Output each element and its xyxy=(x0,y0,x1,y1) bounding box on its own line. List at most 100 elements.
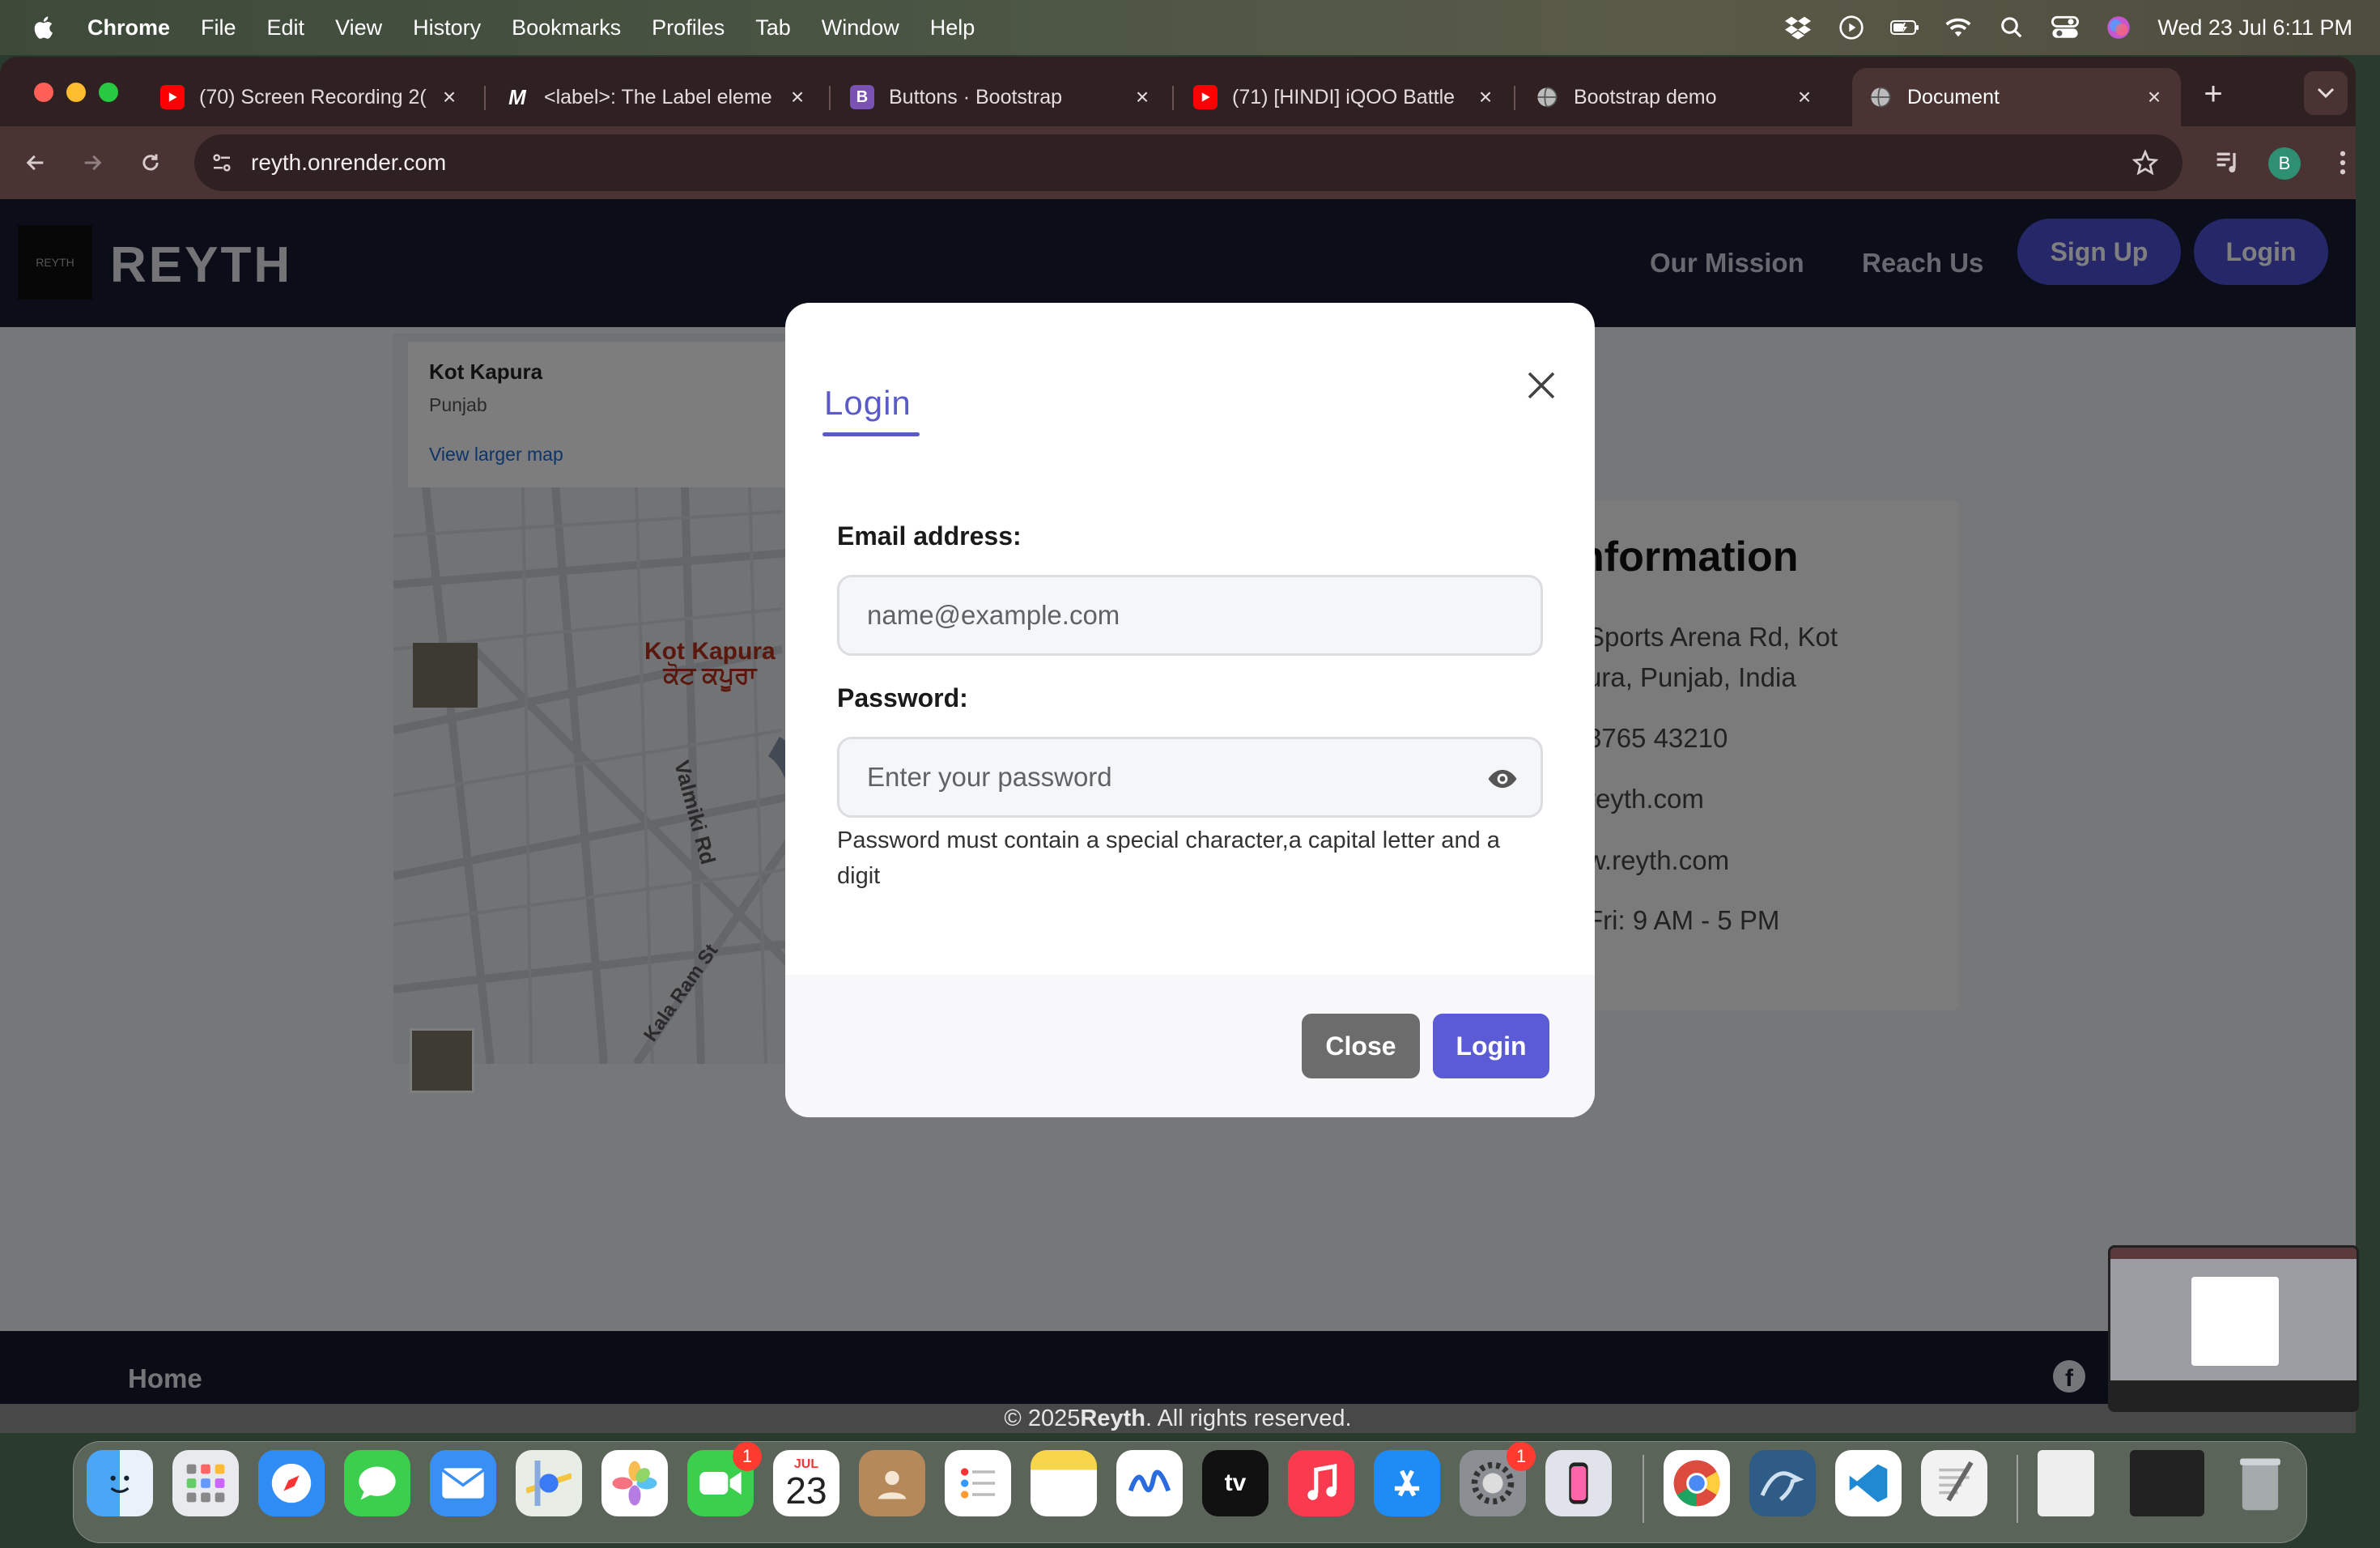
maps-icon[interactable] xyxy=(516,1450,582,1516)
launchpad-icon[interactable] xyxy=(172,1450,239,1516)
spotlight-search-icon[interactable] xyxy=(1997,15,2026,40)
url-text[interactable]: reyth.onrender.com xyxy=(251,150,446,176)
menu-window[interactable]: Window xyxy=(822,15,899,40)
globe-icon xyxy=(1535,85,1559,109)
battery-charging-icon[interactable] xyxy=(1890,15,1919,40)
siri-icon[interactable] xyxy=(2104,15,2133,40)
menu-bookmarks[interactable]: Bookmarks xyxy=(512,15,621,40)
tab-close-icon[interactable]: × xyxy=(1794,84,1815,110)
profile-avatar[interactable]: B xyxy=(2268,147,2301,180)
chrome-window: (70) Screen Recording 2( × M <label>: Th… xyxy=(0,57,2356,1433)
menu-tab[interactable]: Tab xyxy=(755,15,791,40)
tab-bootstrap-buttons[interactable]: B Buttons · Bootstrap × xyxy=(834,68,1169,126)
freeform-icon[interactable] xyxy=(1116,1450,1183,1516)
apple-tv-icon[interactable]: tv xyxy=(1202,1450,1269,1516)
thumb-dock xyxy=(2110,1380,2357,1410)
tab-document-active[interactable]: Document × xyxy=(1852,68,2181,126)
contacts-icon[interactable] xyxy=(859,1450,925,1516)
modal-login-button[interactable]: Login xyxy=(1433,1014,1549,1078)
forward-icon[interactable] xyxy=(74,145,110,181)
finder-icon[interactable] xyxy=(87,1450,153,1516)
screen-recording-thumbnail[interactable] xyxy=(2108,1245,2359,1412)
tab-title: <label>: The Label eleme xyxy=(544,85,772,108)
password-hint: Password must contain a special characte… xyxy=(837,827,1500,889)
window-minimize-icon[interactable] xyxy=(66,83,86,102)
bootstrap-icon: B xyxy=(850,85,874,109)
menubar-clock[interactable]: Wed 23 Jul 6:11 PM xyxy=(2157,15,2352,40)
safari-icon[interactable] xyxy=(258,1450,325,1516)
menu-profiles[interactable]: Profiles xyxy=(652,15,725,40)
wifi-icon[interactable] xyxy=(1944,15,1973,40)
bookmark-star-icon[interactable] xyxy=(2127,145,2163,181)
password-label: Password: xyxy=(837,683,968,712)
back-icon[interactable] xyxy=(18,145,53,181)
chrome-icon[interactable] xyxy=(1664,1450,1730,1516)
calendar-icon[interactable]: JUL 23 xyxy=(773,1450,839,1516)
dropbox-icon[interactable] xyxy=(1783,15,1813,40)
reload-icon[interactable] xyxy=(133,145,168,181)
mysql-workbench-icon[interactable] xyxy=(1749,1450,1816,1516)
email-placeholder: name@example.com xyxy=(867,600,1120,630)
media-control-icon[interactable] xyxy=(2210,145,2246,181)
tab-title: Document xyxy=(1907,85,2000,108)
tab-close-icon[interactable]: × xyxy=(1475,84,1496,110)
page-copyright-bar: © 2025 Reyth. All rights reserved. xyxy=(0,1404,2356,1433)
menu-edit[interactable]: Edit xyxy=(267,15,305,40)
tab-close-icon[interactable]: × xyxy=(787,84,808,110)
tab-iqoo-video[interactable]: (71) [HINDI] iQOO Battle × xyxy=(1177,68,1512,126)
modal-close-button[interactable]: Close xyxy=(1302,1014,1420,1078)
music-icon[interactable] xyxy=(1288,1450,1354,1516)
more-menu-icon[interactable] xyxy=(2325,145,2356,181)
menu-view[interactable]: View xyxy=(335,15,382,40)
thumb-tabbar xyxy=(2110,1248,2357,1259)
tab-screen-recording[interactable]: (70) Screen Recording 2( × xyxy=(144,68,476,126)
email-label: Email address: xyxy=(837,521,1022,551)
vscode-icon[interactable] xyxy=(1835,1450,1902,1516)
thumb-modal xyxy=(2191,1277,2279,1366)
notes-icon[interactable] xyxy=(1031,1450,1097,1516)
tab-search-icon[interactable] xyxy=(2304,71,2348,115)
tab-close-icon[interactable]: × xyxy=(439,84,460,110)
messages-icon[interactable] xyxy=(344,1450,410,1516)
show-password-eye-icon[interactable] xyxy=(1487,763,1518,801)
password-input[interactable]: Enter your password xyxy=(837,737,1543,818)
macos-dock: 1 JUL 23 tv 1 xyxy=(73,1441,2307,1543)
new-tab-icon[interactable]: + xyxy=(2195,76,2231,112)
dock-divider xyxy=(2017,1455,2018,1523)
email-input[interactable]: name@example.com xyxy=(837,575,1543,656)
tab-label-element[interactable]: M <label>: The Label eleme × xyxy=(489,68,824,126)
web-page: REYTH REYTH Our Mission Reach Us Sign Up… xyxy=(0,199,2356,1433)
menu-file[interactable]: File xyxy=(201,15,236,40)
mail-icon[interactable] xyxy=(430,1450,496,1516)
txt-document-icon[interactable] xyxy=(2038,1450,2094,1516)
dock-divider xyxy=(1643,1455,1644,1523)
menu-history[interactable]: History xyxy=(413,15,481,40)
play-circle-icon[interactable] xyxy=(1837,15,1866,40)
trash-icon[interactable] xyxy=(2227,1450,2293,1516)
password-placeholder: Enter your password xyxy=(867,762,1112,792)
window-close-icon[interactable] xyxy=(34,83,53,102)
window-zoom-icon[interactable] xyxy=(99,83,118,102)
modal-title-underline xyxy=(822,432,920,436)
tab-close-icon[interactable]: × xyxy=(1132,84,1153,110)
apple-icon[interactable] xyxy=(31,14,58,41)
youtube-icon xyxy=(1193,85,1218,109)
copyright-suffix: . All rights reserved. xyxy=(1145,1405,1352,1431)
menu-help[interactable]: Help xyxy=(930,15,975,40)
site-info-icon[interactable] xyxy=(204,145,240,181)
iphone-mirroring-icon[interactable] xyxy=(1545,1450,1612,1516)
app-store-icon[interactable] xyxy=(1374,1450,1440,1516)
reminders-icon[interactable] xyxy=(945,1450,1011,1516)
tab-close-icon[interactable]: × xyxy=(2144,84,2165,110)
control-center-icon[interactable] xyxy=(2051,15,2080,40)
tv-label: tv xyxy=(1224,1469,1247,1496)
menu-app-name[interactable]: Chrome xyxy=(87,15,170,40)
address-bar[interactable]: reyth.onrender.com xyxy=(194,134,2182,191)
recent-window-icon[interactable] xyxy=(2130,1450,2204,1516)
globe-icon xyxy=(1868,85,1893,109)
tab-bootstrap-demo[interactable]: Bootstrap demo × xyxy=(1519,68,1831,126)
photos-icon[interactable] xyxy=(601,1450,668,1516)
modal-close-icon[interactable] xyxy=(1520,364,1562,406)
textedit-icon[interactable] xyxy=(1921,1450,1987,1516)
login-modal: Login Email address: name@example.com Pa… xyxy=(785,303,1595,1117)
